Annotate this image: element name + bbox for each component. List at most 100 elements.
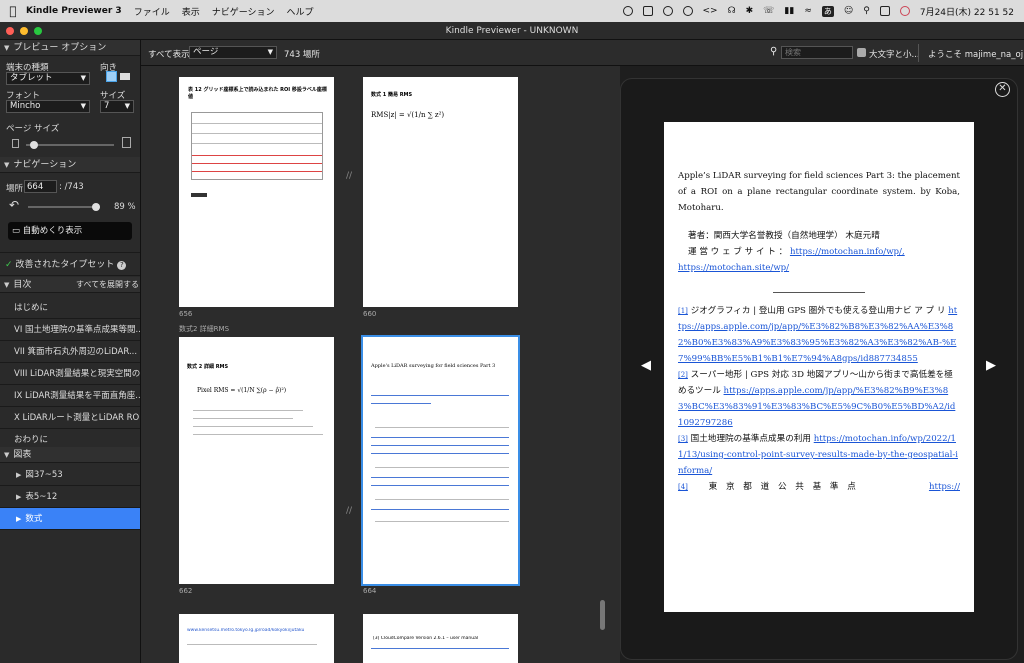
siri-icon[interactable]: [899, 6, 910, 16]
preview-options-header[interactable]: ▼ プレビュー オプション: [0, 40, 140, 56]
next-page-arrow-icon[interactable]: ▶: [986, 358, 996, 373]
footnote-number[interactable]: [2]: [678, 371, 688, 379]
page-number: 656: [179, 310, 193, 318]
disclosure-down-icon: ▼: [4, 450, 10, 459]
book-site-link[interactable]: https://motochan.site/wp/: [678, 263, 789, 273]
book-site-link[interactable]: https://motochan.info/wp/,: [790, 247, 905, 257]
search-input[interactable]: [781, 46, 853, 59]
figure-group-item[interactable]: ▶ 表5~12: [0, 486, 140, 508]
wifi-icon[interactable]: ≈: [804, 6, 812, 16]
app-menu[interactable]: Kindle Previewer 3: [26, 6, 122, 16]
phone-icon[interactable]: ☏: [763, 6, 774, 16]
location-total: : /743: [59, 182, 84, 192]
thumb-heading: [191, 193, 207, 197]
input-mode-indicator[interactable]: あ: [821, 5, 834, 17]
page-thumbnail[interactable]: www.kensetsu.metro.tokyo.lg.jp/road/koky…: [179, 614, 334, 663]
menu-help[interactable]: ヘルプ: [287, 5, 314, 18]
divider: [918, 44, 919, 62]
play-icon[interactable]: [662, 6, 673, 16]
apple-menu-icon[interactable]: : [0, 4, 26, 18]
thumb-line: [371, 445, 509, 446]
toc-item[interactable]: VI 国土地理院の基準点成果等閲...: [0, 319, 140, 341]
menu-view[interactable]: 表示: [182, 5, 200, 18]
window-title: Kindle Previewer - UNKNOWN: [445, 26, 579, 36]
bluetooth-icon[interactable]: ✱: [746, 6, 754, 16]
chevron-down-icon: ▼: [267, 48, 273, 56]
auto-flip-button[interactable]: ▭ 自動めくり表示: [8, 222, 132, 240]
size-select[interactable]: 7 ▼: [100, 100, 134, 113]
location-input[interactable]: [24, 180, 57, 193]
search-icon[interactable]: ⚲: [863, 6, 870, 16]
minimize-window-button[interactable]: [20, 27, 28, 35]
device-type-select[interactable]: タブレット ▼: [6, 72, 90, 85]
help-icon[interactable]: ?: [117, 261, 127, 270]
show-all-label: すべて表示: [148, 50, 190, 60]
thumb-line: [371, 509, 509, 510]
welcome-user[interactable]: ようこそ majime_na_oj...: [928, 48, 1024, 60]
page-thumbnail-662[interactable]: 数式 2 詳細 RMS Pixel RMS = √(1/N ∑(ρ − ρ̂)²…: [179, 337, 334, 584]
toc-header[interactable]: ▼ 目次 すべてを展開する: [0, 277, 140, 293]
footnote-text: ジオグラフィカ | 登山用 GPS 圏外でも使える登山用ナビ ア プ リ: [690, 306, 946, 316]
section-label: 数式2 詳細RMS: [179, 325, 230, 333]
thumbnail-scrollbar[interactable]: [600, 600, 605, 630]
page-viewer: ✕ ◀ ▶ Apple’s LiDAR surveying for field …: [620, 78, 1018, 660]
zoom-window-button[interactable]: [34, 27, 42, 35]
thumb-line: [193, 426, 313, 427]
page-size-label: ページ サイズ: [6, 124, 60, 134]
figures-header[interactable]: ▼ 図表: [0, 447, 140, 463]
toc-item[interactable]: VIII LiDAR測量結果と現実空間の...: [0, 363, 140, 385]
improved-typesetting-label: 改善されたタイプセット: [15, 260, 115, 270]
code-icon[interactable]: <>: [703, 6, 718, 16]
page-thumbnail[interactable]: [3] CloudCompare Version 2.6.1 – user ma…: [363, 614, 518, 663]
pane-divider[interactable]: [611, 66, 620, 663]
footnote-number[interactable]: [4]: [678, 483, 688, 491]
figure-group-item-selected[interactable]: ▶ 数式: [0, 508, 140, 530]
footnote-number[interactable]: [1]: [678, 307, 688, 315]
navigation-header[interactable]: ▼ ナビゲーション: [0, 157, 140, 173]
thumb-line: [371, 648, 509, 649]
large-page-icon: [122, 137, 131, 148]
toc-item[interactable]: X LiDARルート測量とLiDAR ROI...: [0, 407, 140, 429]
font-select[interactable]: Mincho ▼: [6, 100, 90, 113]
back-arrow-icon[interactable]: ↶: [9, 198, 19, 212]
control-center-icon[interactable]: [879, 6, 890, 16]
page-size-knob[interactable]: [30, 141, 38, 149]
user-icon[interactable]: ☺: [844, 6, 853, 16]
clock[interactable]: 7月24日(木) 22 51 52: [920, 5, 1014, 18]
page-thumbnail-656[interactable]: 表 12 グリッド座標系上で読み込まれた ROI 移設ラベル座標値: [179, 77, 334, 307]
divider: [0, 252, 140, 253]
expand-all-button[interactable]: すべてを展開する: [76, 277, 140, 293]
figure-group-label: 表5~12: [25, 492, 58, 502]
sync-icon[interactable]: [682, 6, 693, 16]
time-machine-icon[interactable]: [622, 6, 633, 16]
toc-item[interactable]: IX LiDAR測量結果を平面直角座...: [0, 385, 140, 407]
menu-file[interactable]: ファイル: [134, 5, 170, 18]
page-thumbnail-660[interactable]: 数式 1 簡易 RMS RMS|z| = √(1/n ∑ z²): [363, 77, 518, 307]
footnote-link[interactable]: https://: [929, 479, 960, 495]
battery-icon[interactable]: ▮▮: [784, 6, 794, 16]
thumb-line: [187, 644, 317, 645]
location-slider[interactable]: [28, 203, 100, 211]
location-count: 743 場所: [284, 50, 320, 60]
large-text-checkbox[interactable]: [857, 48, 866, 57]
page-number: 662: [179, 587, 193, 595]
toc-item[interactable]: はじめに: [0, 297, 140, 319]
toc-item[interactable]: VII 箕面市石丸外周辺のLiDAR...: [0, 341, 140, 363]
menu-navigation[interactable]: ナビゲーション: [212, 5, 275, 18]
book-site-line-2: https://motochan.site/wp/: [678, 260, 960, 276]
portrait-orientation-button[interactable]: [106, 71, 117, 82]
view-mode-select[interactable]: ページ ▼: [189, 46, 277, 59]
headphones-icon[interactable]: ☊: [728, 6, 736, 16]
thumbnail-pane: 表 12 グリッド座標系上で読み込まれた ROI 移設ラベル座標値 数式 1 簡…: [141, 66, 611, 663]
thumb-line: [375, 427, 509, 428]
page-thumbnail-664[interactable]: Apple's LiDAR surveying for field scienc…: [361, 335, 520, 586]
window-icon[interactable]: [642, 6, 653, 16]
landscape-orientation-button[interactable]: [120, 73, 130, 80]
location-knob[interactable]: [92, 203, 100, 211]
footnote-number[interactable]: [3]: [678, 435, 688, 443]
previous-page-arrow-icon[interactable]: ◀: [641, 358, 651, 373]
close-window-button[interactable]: [6, 27, 14, 35]
close-icon[interactable]: ✕: [995, 82, 1010, 97]
page-size-slider[interactable]: [26, 141, 114, 149]
figure-group-item[interactable]: ▶ 図37~53: [0, 464, 140, 486]
